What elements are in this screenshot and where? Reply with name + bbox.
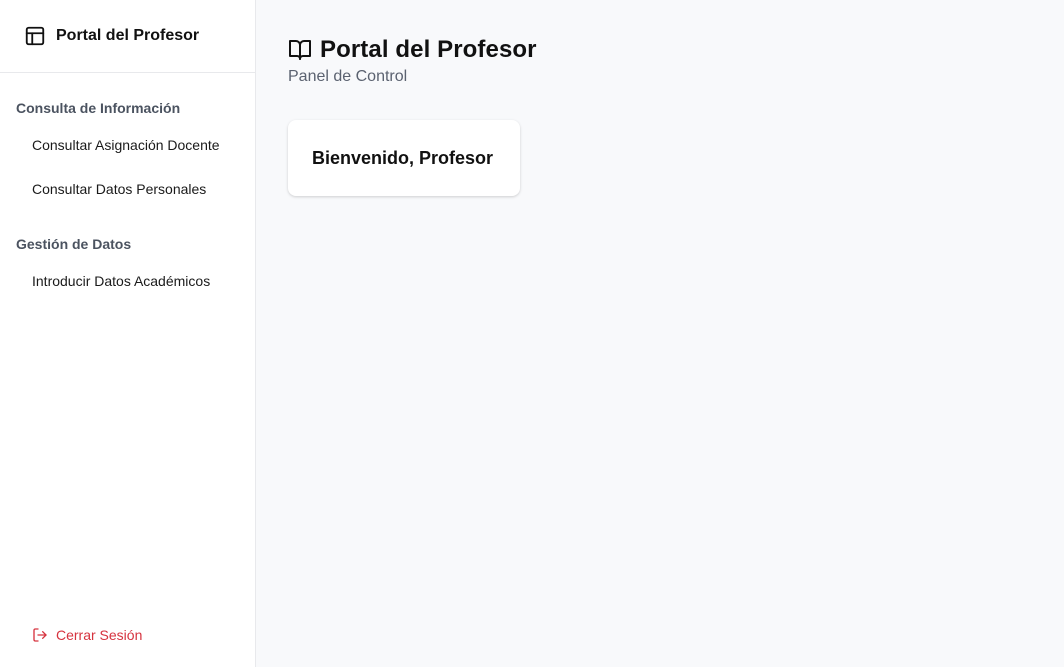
logout-button[interactable]: Cerrar Sesión: [32, 627, 142, 643]
sidebar-item-consultar-datos-personales[interactable]: Consultar Datos Personales: [0, 178, 255, 222]
welcome-card: Bienvenido, Profesor: [288, 120, 520, 196]
sidebar-item-consultar-asignacion-docente[interactable]: Consultar Asignación Docente: [0, 134, 255, 178]
layout-icon: [24, 25, 46, 47]
sidebar: Portal del Profesor Consulta de Informac…: [0, 0, 256, 667]
sidebar-item-introducir-datos-academicos[interactable]: Introducir Datos Académicos: [0, 270, 255, 314]
sidebar-brand-title: Portal del Profesor: [56, 27, 200, 44]
page-subtitle: Panel de Control: [288, 68, 408, 85]
nav-list: Introducir Datos Académicos: [0, 270, 255, 314]
main-content: Portal del Profesor Panel de Control Bie…: [256, 0, 1064, 667]
page-title: Portal del Profesor: [320, 36, 537, 63]
app-root: Portal del Profesor Consulta de Informac…: [0, 0, 1064, 667]
log-out-icon: [32, 627, 48, 643]
sidebar-brand[interactable]: Portal del Profesor: [0, 0, 255, 73]
nav-section-title: Consulta de Información: [16, 100, 181, 116]
sidebar-nav: Consulta de Información Consultar Asigna…: [0, 73, 255, 667]
nav-section-consulta: Consulta de Información Consultar Asigna…: [0, 99, 255, 222]
page-header: Portal del Profesor: [288, 36, 1032, 64]
nav-section-title: Gestión de Datos: [16, 236, 132, 252]
nav-section-gestion: Gestión de Datos Introducir Datos Académ…: [0, 235, 255, 314]
welcome-text: Bienvenido, Profesor: [312, 147, 494, 168]
nav-list: Consultar Asignación Docente Consultar D…: [0, 134, 255, 222]
logout-label: Cerrar Sesión: [56, 627, 143, 643]
book-open-icon: [288, 38, 312, 62]
